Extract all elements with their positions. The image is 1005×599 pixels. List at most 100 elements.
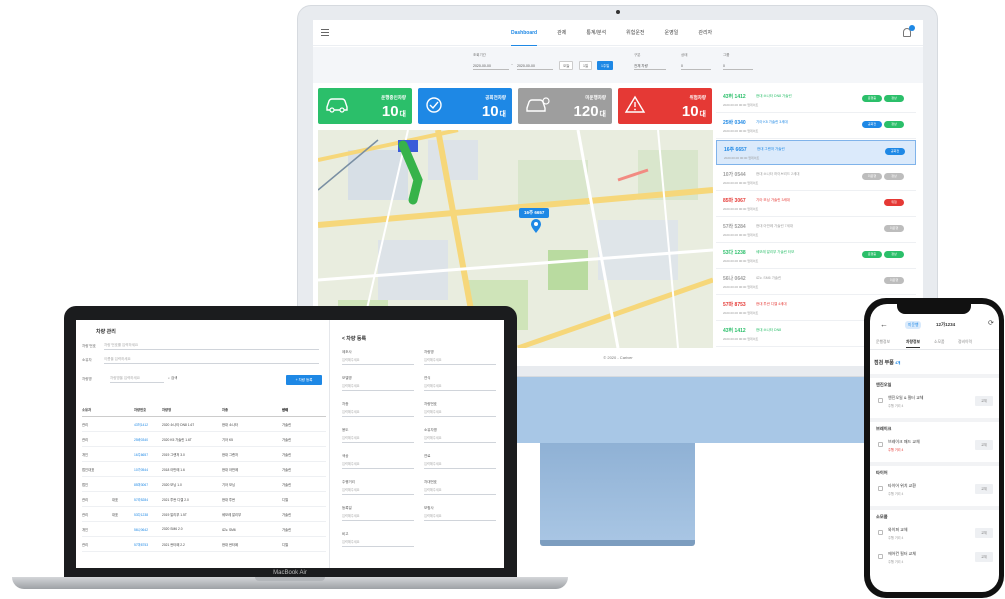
form-field-input[interactable]: 입력해주세요 — [424, 408, 496, 417]
quick-today-button[interactable]: 오늘 — [559, 61, 574, 70]
plate-link[interactable]: 43허1412 — [134, 422, 148, 427]
date-to-field[interactable]: 2020-00-00 — [517, 62, 553, 70]
form-field-input[interactable]: 입력해주세요 — [342, 512, 414, 521]
stat-card-idling[interactable]: 공회전차량 10대 — [418, 88, 512, 124]
tab-vehicle-info[interactable]: 차량정보 — [906, 340, 920, 348]
search-button[interactable]: ⌕ 검색 — [168, 376, 177, 381]
nav-statistics[interactable]: 통계/분석 — [586, 20, 606, 46]
add-vehicle-button[interactable]: + 차량 등록 — [286, 375, 322, 385]
stat-label: 미운행차량 — [585, 95, 606, 100]
replace-button[interactable]: 교체 — [975, 440, 993, 450]
quick-1day-button[interactable]: 1일 — [579, 61, 593, 70]
form-field-label: 연료 — [424, 454, 431, 458]
quick-1week-button[interactable]: 1주일 — [597, 61, 614, 70]
type-select[interactable]: 전체 차량 — [634, 62, 666, 70]
table-row[interactable]: 관리 25바0340 2020 K5 가솔린 1.6T 기아 K5 가솔린 — [82, 432, 326, 447]
owner-search-input[interactable]: 이름을 입력하세요 — [104, 355, 319, 364]
plate-link[interactable]: 57마8753 — [134, 542, 148, 547]
form-title[interactable]: < 차량 등록 — [342, 335, 366, 342]
item-checkbox[interactable] — [878, 530, 883, 535]
plate-link[interactable]: 10가0544 — [134, 467, 148, 472]
vehicle-list-item[interactable]: 53다 1238 쉐보레 말리부 가솔린 터보 2020.00.00 00:00 업… — [716, 244, 916, 269]
item-checkbox[interactable] — [878, 486, 883, 491]
table-row[interactable]: 관리 43허1412 2020 소나타 DN8 1.6T 현대 소나타 가솔린 — [82, 417, 326, 432]
nav-admin[interactable]: 관리자 — [698, 20, 712, 46]
vehicle-list-item[interactable]: 56나 0642 르노 SM6 가솔린 2020.00.00 00:00 업데이트 미… — [716, 270, 916, 295]
item-checkbox[interactable] — [878, 398, 883, 403]
form-field-input[interactable]: 입력해주세요 — [342, 460, 414, 469]
table-header-cell[interactable]: 상태 — [282, 407, 288, 412]
form-field-input[interactable]: 입력해주세요 — [424, 434, 496, 443]
form-field-input[interactable]: 입력해주세요 — [342, 408, 414, 417]
back-arrow-icon[interactable]: ← — [880, 320, 888, 329]
model-search-input[interactable]: 차량명을 입력하세요 — [110, 374, 164, 383]
stat-card-danger[interactable]: 위험차량 10대 — [618, 88, 712, 124]
replace-button[interactable]: 교체 — [975, 528, 993, 538]
table-row[interactable]: 관리 대표 53다1238 2019 말리부 1.5T 쉐보레 말리부 가솔린 — [82, 507, 326, 522]
form-field-input[interactable]: 입력해주세요 — [424, 460, 496, 469]
form-field-input[interactable]: 입력해주세요 — [342, 486, 414, 495]
status-select[interactable]: 0 — [681, 62, 711, 70]
table-header-cell[interactable]: 차량명 — [162, 407, 171, 412]
plate-link[interactable]: 85마3067 — [134, 482, 148, 487]
table-row[interactable]: 법인 85마3067 2020 모닝 1.0 기아 모닝 가솔린 — [82, 477, 326, 492]
map-pin-icon[interactable] — [530, 218, 542, 234]
group-title: 타이어 — [876, 470, 888, 475]
stat-card-parked[interactable]: 미운행차량 120대 — [518, 88, 612, 124]
plate-link[interactable]: 57라5284 — [134, 497, 148, 502]
group-select[interactable]: 0 — [723, 62, 753, 70]
form-field-input[interactable]: 입력해주세요 — [342, 538, 414, 547]
vehicle-list-item[interactable]: 57라 5284 현대 아반떼 가솔린 7세대 2020.00.00 00:00 업… — [716, 218, 916, 243]
tab-maintenance-history[interactable]: 정비이력 — [958, 340, 972, 345]
stat-card-driving[interactable]: 운행중인차량 10대 — [318, 88, 412, 124]
refresh-icon[interactable]: ⟳ — [988, 319, 994, 327]
plate-link[interactable]: 16주6657 — [134, 452, 148, 457]
replace-button[interactable]: 교체 — [975, 552, 993, 562]
top-nav: Dashboard 관제 통계/분석 위험운전 운영일 관리자 — [511, 20, 712, 46]
maintenance-item[interactable]: 와이퍼 교체 주행 거리 4 교체 — [870, 524, 999, 546]
replace-button[interactable]: 교체 — [975, 396, 993, 406]
phone-tabs: 운행정보 차량정보 소모품 정비이력 — [870, 338, 999, 350]
tab-driving-info[interactable]: 운행정보 — [876, 340, 890, 345]
form-field-input[interactable]: 입력해주세요 — [342, 434, 414, 443]
table-header-cell[interactable]: 소유자 — [82, 407, 91, 412]
table-header-cell[interactable]: 차량번호 — [134, 407, 146, 412]
maintenance-item[interactable]: 타이어 위치 교환 주행 거리 4 교체 — [870, 480, 999, 502]
plate-search-input[interactable]: 차량 번호를 입력하세요 — [104, 341, 319, 350]
plate-link[interactable]: 56나0642 — [134, 527, 148, 532]
replace-button[interactable]: 교체 — [975, 484, 993, 494]
item-checkbox[interactable] — [878, 442, 883, 447]
form-field-input[interactable]: 입력해주세요 — [424, 356, 496, 365]
maintenance-item[interactable]: 에어컨 필터 교체 주행 거리 4 교체 — [870, 548, 999, 570]
plate-link[interactable]: 53다1238 — [134, 512, 148, 517]
webcam — [616, 10, 620, 14]
plate-link[interactable]: 25바0340 — [134, 437, 148, 442]
nav-monitoring[interactable]: 관제 — [557, 20, 566, 46]
table-header-cell[interactable]: 차종 — [222, 407, 228, 412]
item-checkbox[interactable] — [878, 554, 883, 559]
nav-dashboard[interactable]: Dashboard — [511, 20, 538, 46]
table-row[interactable]: 법인대표 10가0544 2018 아반떼 1.6 현대 아반떼 가솔린 — [82, 462, 326, 477]
date-from-field[interactable]: 2020-00-00 — [473, 62, 509, 70]
tab-consumables[interactable]: 소모품 — [934, 340, 944, 345]
vehicle-list-item[interactable]: 16주 6657 현대 그랜저 가솔린 2020.00.00 00:00 업데이트 공… — [716, 140, 916, 165]
table-row[interactable]: 개인 16주6657 2019 그랜저 3.0 현대 그랜저 가솔린 — [82, 447, 326, 462]
form-field-input[interactable]: 입력해주세요 — [342, 356, 414, 365]
maintenance-item[interactable]: 엔진오일 & 필터 교체 주행 거리 4 교체 — [870, 392, 999, 414]
table-row[interactable]: 개인 56나0642 2020 SM6 2.0 르노 SM6 가솔린 — [82, 522, 326, 537]
form-field-input[interactable]: 입력해주세요 — [424, 382, 496, 391]
table-row[interactable]: 관리 57마8753 2021 싼타페 2.2 현대 싼타페 디젤 — [82, 537, 326, 552]
form-field-input[interactable]: 입력해주세요 — [424, 486, 496, 495]
maintenance-item[interactable]: 브레이크 패드 교체 주행 거리 4 교체 — [870, 436, 999, 458]
table-row[interactable]: 관리 대표 57라5284 2021 투싼 디젤 2.0 현대 투싼 디젤 — [82, 492, 326, 507]
vehicle-list-item[interactable]: 25바 0340 기아 K5 가솔린 3세대 2020.00.00 00:00 업데… — [716, 114, 916, 139]
vehicle-updated: 2020.00.00 00:00 업데이트 — [723, 311, 759, 315]
vehicle-list-item[interactable]: 85마 3067 기아 모닝 가솔린 3세대 2020.00.00 00:00 업데… — [716, 192, 916, 217]
nav-operation[interactable]: 운영일 — [665, 20, 679, 46]
form-field-input[interactable]: 입력해주세요 — [424, 512, 496, 521]
nav-risky-driving[interactable]: 위험운전 — [626, 20, 644, 46]
form-field-input[interactable]: 입력해주세요 — [342, 382, 414, 391]
hamburger-menu-icon[interactable] — [321, 29, 329, 36]
vehicle-list-item[interactable]: 43허 1412 현대 소나타 DN8 가솔린 2020.00.00 00:00 업… — [716, 88, 916, 113]
vehicle-list-item[interactable]: 10가 0544 현대 소나타 하이브리드 2세대 2020.00.00 00:00… — [716, 166, 916, 191]
